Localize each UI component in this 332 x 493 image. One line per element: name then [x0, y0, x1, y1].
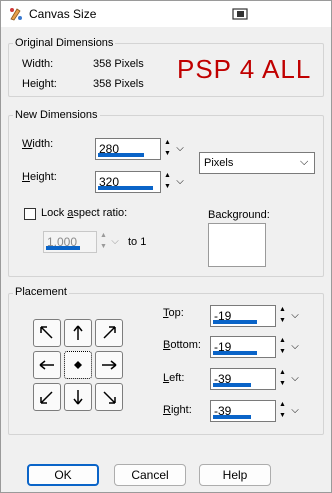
spin-down-icon[interactable]: ▼	[276, 411, 289, 422]
arrow-right-icon	[102, 360, 117, 370]
right-slider-bar[interactable]	[213, 415, 251, 419]
spin-down-icon[interactable]: ▼	[276, 379, 289, 390]
bottom-input[interactable]: -19	[210, 336, 276, 358]
arrow-up-right-icon	[103, 326, 116, 339]
right-input[interactable]: -39	[210, 400, 276, 422]
spin-up-icon[interactable]: ▲	[276, 368, 289, 379]
left-dropdown-icon[interactable]: ⌵	[289, 372, 301, 386]
arrow-up-icon	[73, 325, 83, 340]
place-center-button[interactable]	[64, 351, 92, 379]
bottom-dropdown-icon[interactable]: ⌵	[289, 340, 301, 354]
spin-up-icon[interactable]: ▲	[276, 336, 289, 347]
original-height-label: Height:	[22, 78, 57, 90]
height-dropdown-icon[interactable]: ⌵	[174, 175, 186, 189]
arrow-down-left-icon	[40, 391, 53, 404]
ratio-input[interactable]: 1.000	[43, 231, 97, 253]
title-bar: Canvas Size	[1, 1, 331, 27]
original-width-label: Width:	[22, 58, 54, 70]
to-one-label: to 1	[128, 236, 147, 248]
arrow-down-icon	[73, 390, 83, 405]
window-restore-icon[interactable]	[232, 8, 248, 23]
bottom-slider-bar[interactable]	[213, 351, 257, 355]
original-width-value: 358 Pixels	[93, 58, 144, 70]
lock-aspect-checkbox[interactable]	[24, 208, 36, 220]
background-label: Background:	[208, 209, 270, 221]
lock-aspect-label: Lock aspect ratio:	[41, 207, 128, 219]
spin-up-icon[interactable]: ▲	[161, 138, 174, 149]
spin-down-icon[interactable]: ▼	[276, 316, 289, 327]
arrow-left-icon	[39, 360, 54, 370]
height-spin-arrows[interactable]: ▲ ▼	[161, 171, 174, 193]
spin-down-icon[interactable]: ▼	[161, 149, 174, 160]
ratio-stepper[interactable]: 1.000 ▲ ▼ ⌵	[43, 231, 123, 253]
left-spin-arrows[interactable]: ▲ ▼	[276, 368, 289, 390]
ok-button[interactable]: OK	[27, 464, 99, 486]
height-slider-bar[interactable]	[98, 186, 153, 190]
new-dimensions-legend: New Dimensions	[13, 109, 100, 121]
original-dimensions-legend: Original Dimensions	[13, 37, 116, 49]
width-dropdown-icon[interactable]: ⌵	[174, 142, 186, 156]
left-input[interactable]: -39	[210, 368, 276, 390]
cancel-button[interactable]: Cancel	[114, 464, 186, 486]
place-top-left-button[interactable]	[33, 319, 61, 347]
top-dropdown-icon[interactable]: ⌵	[289, 309, 301, 323]
height-label: Height:	[22, 171, 57, 183]
right-stepper[interactable]: -39 ▲ ▼ ⌵	[210, 400, 302, 422]
width-spin-arrows[interactable]: ▲ ▼	[161, 138, 174, 160]
window-title: Canvas Size	[29, 7, 97, 21]
place-left-button[interactable]	[33, 351, 61, 379]
watermark-text: PSP 4 ALL	[177, 54, 312, 84]
canvas-size-dialog: Canvas Size Original Dimensions Width: 3…	[0, 0, 332, 493]
bottom-stepper[interactable]: -19 ▲ ▼ ⌵	[210, 336, 302, 358]
spin-up-icon[interactable]: ▲	[276, 305, 289, 316]
width-stepper[interactable]: 280 ▲ ▼ ⌵	[95, 138, 187, 160]
place-bottom-left-button[interactable]	[33, 383, 61, 411]
spin-up-icon[interactable]: ▲	[276, 400, 289, 411]
right-label: Right:	[163, 404, 192, 416]
height-stepper[interactable]: 320 ▲ ▼ ⌵	[95, 171, 187, 193]
arrow-up-left-icon	[40, 326, 53, 339]
top-slider-bar[interactable]	[213, 320, 257, 324]
help-button[interactable]: Help	[199, 464, 271, 486]
width-slider-bar[interactable]	[98, 153, 144, 157]
right-dropdown-icon[interactable]: ⌵	[289, 404, 301, 418]
spin-up-icon[interactable]: ▲	[161, 171, 174, 182]
width-input[interactable]: 280	[95, 138, 161, 160]
original-height-value: 358 Pixels	[93, 78, 144, 90]
top-label: Top:	[163, 307, 184, 319]
height-input[interactable]: 320	[95, 171, 161, 193]
top-input[interactable]: -19	[210, 305, 276, 327]
ratio-dropdown-icon[interactable]: ⌵	[109, 235, 121, 249]
placement-legend: Placement	[13, 286, 69, 298]
units-selected-value: Pixels	[204, 157, 234, 169]
place-right-button[interactable]	[95, 351, 123, 379]
top-spin-arrows[interactable]: ▲ ▼	[276, 305, 289, 327]
spin-down-icon[interactable]: ▼	[161, 182, 174, 193]
chevron-down-icon: ⌵	[300, 156, 309, 168]
app-palette-icon	[8, 6, 24, 25]
place-top-button[interactable]	[64, 319, 92, 347]
top-stepper[interactable]: -19 ▲ ▼ ⌵	[210, 305, 302, 327]
bottom-spin-arrows[interactable]: ▲ ▼	[276, 336, 289, 358]
background-color-swatch[interactable]	[208, 223, 266, 267]
place-bottom-right-button[interactable]	[95, 383, 123, 411]
left-stepper[interactable]: -39 ▲ ▼ ⌵	[210, 368, 302, 390]
left-label: Left:	[163, 372, 185, 384]
ratio-slider-bar[interactable]	[46, 246, 80, 250]
spin-down-icon[interactable]: ▼	[276, 347, 289, 358]
place-bottom-button[interactable]	[64, 383, 92, 411]
bottom-label: Bottom:	[163, 339, 201, 351]
left-slider-bar[interactable]	[213, 383, 251, 387]
center-diamond-icon	[74, 361, 82, 369]
units-select[interactable]: Pixels ⌵	[199, 152, 315, 174]
place-top-right-button[interactable]	[95, 319, 123, 347]
width-label: Width:	[22, 138, 54, 150]
arrow-down-right-icon	[103, 391, 116, 404]
right-spin-arrows[interactable]: ▲ ▼	[276, 400, 289, 422]
